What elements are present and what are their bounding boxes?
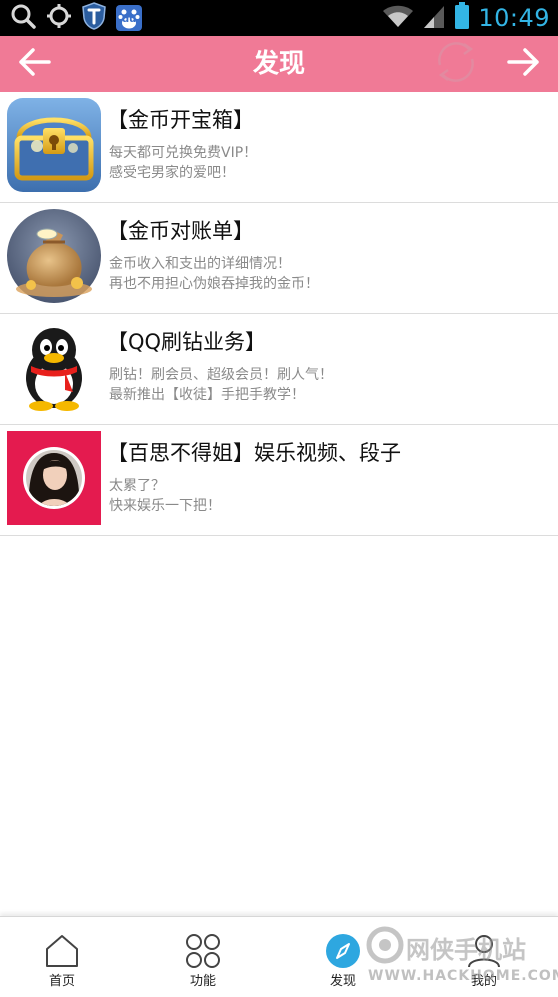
arrow-right-icon — [507, 47, 541, 81]
grid-icon — [185, 933, 221, 969]
refresh-button[interactable] — [428, 36, 484, 92]
wifi-icon — [382, 4, 414, 32]
nav-label: 发现 — [329, 974, 356, 989]
item-description: 刷钻！刷会员、超级会员！刷人气！ — [109, 367, 333, 383]
item-title: 【QQ刷钻业务】 — [107, 330, 267, 354]
item-title: 【百思不得姐】娱乐视频、段子 — [107, 441, 401, 465]
list-item-coin-statement[interactable]: 【金币对账单】 金币收入和支出的详细情况！ 再也不用担心伪娘吞掉我的金币！ — [0, 203, 558, 314]
nav-label: 首页 — [48, 974, 75, 989]
nav-home[interactable]: 首页 — [12, 917, 112, 997]
search-icon — [10, 3, 36, 33]
item-description: 最新推出【收徒】手把手教学！ — [109, 387, 305, 403]
forward-button[interactable] — [496, 36, 552, 92]
crosshair-icon — [46, 3, 72, 33]
money-bag-icon — [7, 209, 101, 303]
list-item-treasure-chest[interactable]: 【金币开宝箱】 每天都可兑换免费VIP！ 感受宅男家的爱吧！ — [0, 92, 558, 203]
title-bar: 发现 — [0, 36, 558, 92]
item-title: 【金币开宝箱】 — [107, 108, 254, 132]
treasure-chest-icon — [7, 98, 101, 192]
home-icon — [44, 933, 80, 969]
user-icon — [466, 933, 502, 969]
nav-functions[interactable]: 功能 — [153, 917, 253, 997]
item-title: 【金币对账单】 — [107, 219, 254, 243]
shield-icon — [82, 2, 106, 34]
nav-label: 功能 — [189, 974, 216, 989]
baidu-text: du — [122, 14, 137, 25]
item-description: 金币收入和支出的详细情况！ — [109, 256, 291, 272]
girl-avatar-icon — [7, 431, 101, 525]
item-description: 太累了？ — [109, 478, 165, 494]
item-description: 感受宅男家的爱吧！ — [109, 165, 235, 181]
status-bar: du 10:49 — [0, 0, 558, 36]
baidu-icon: du — [116, 5, 142, 31]
nav-mine[interactable]: 我的 — [434, 917, 534, 997]
item-description: 每天都可兑换免费VIP！ — [109, 145, 258, 161]
status-bar-left: du — [10, 2, 142, 34]
nav-label: 我的 — [470, 974, 497, 989]
battery-icon — [454, 2, 470, 34]
discover-list: 【金币开宝箱】 每天都可兑换免费VIP！ 感受宅男家的爱吧！ 【金币对账单】 金… — [0, 92, 558, 536]
status-bar-right: 10:49 — [382, 2, 550, 34]
qq-penguin-icon — [7, 320, 101, 414]
signal-icon — [422, 3, 446, 33]
list-item-budejie[interactable]: 【百思不得姐】娱乐视频、段子 太累了？ 快来娱乐一下把！ — [0, 425, 558, 536]
item-description: 快来娱乐一下把！ — [109, 498, 221, 514]
nav-discover[interactable]: 发现 — [293, 917, 393, 997]
bottom-nav: 首页 功能 发现 我的 — [0, 916, 558, 997]
status-time: 10:49 — [478, 4, 550, 32]
compass-icon — [325, 933, 361, 969]
item-description: 再也不用担心伪娘吞掉我的金币！ — [109, 276, 319, 292]
list-item-qq-diamond[interactable]: 【QQ刷钻业务】 刷钻！刷会员、超级会员！刷人气！ 最新推出【收徒】手把手教学！ — [0, 314, 558, 425]
refresh-icon — [431, 39, 481, 89]
